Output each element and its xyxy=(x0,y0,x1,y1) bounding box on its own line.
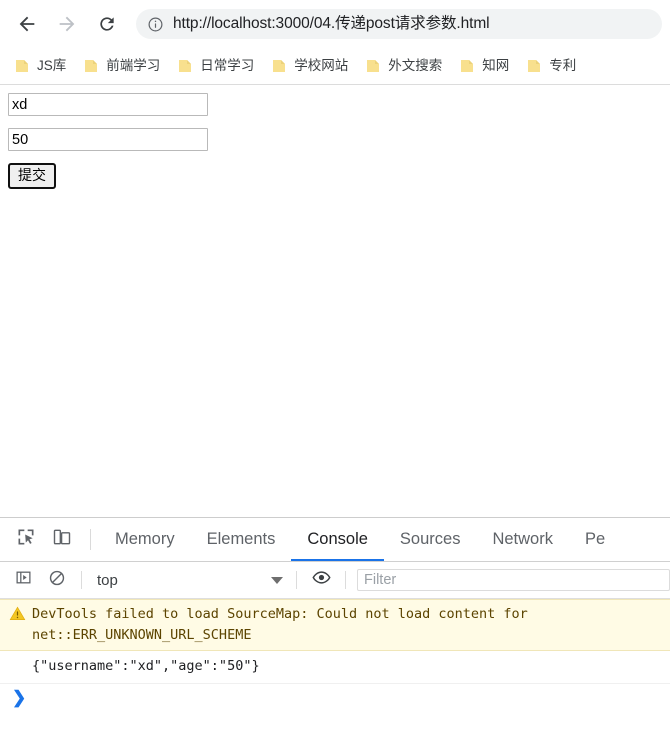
submit-button[interactable]: 提交 xyxy=(8,163,56,190)
age-row xyxy=(8,128,662,151)
tab-performance[interactable]: Pe xyxy=(569,518,621,561)
folder-icon xyxy=(16,60,28,72)
toolbar-divider xyxy=(90,529,91,550)
console-toolbar-divider xyxy=(296,571,297,589)
address-bar[interactable]: http://localhost:3000/04.传递post请求参数.html xyxy=(136,9,662,39)
console-filter-input[interactable] xyxy=(357,569,670,591)
console-warning-line2: net::ERR_UNKNOWN_URL_SCHEME xyxy=(32,626,252,643)
console-log-text: {"username":"xd","age":"50"} xyxy=(32,658,260,675)
device-toolbar-button[interactable] xyxy=(44,518,80,561)
chevron-down-icon xyxy=(271,576,283,584)
bookmark-item[interactable]: 前端学习 xyxy=(79,55,167,77)
inspect-element-button[interactable] xyxy=(8,518,44,561)
folder-icon xyxy=(85,60,98,72)
console-warning-text: DevTools failed to load SourceMap: Could… xyxy=(32,604,670,645)
clear-console-button[interactable] xyxy=(40,569,74,592)
live-expression-button[interactable] xyxy=(304,568,338,592)
back-button[interactable] xyxy=(12,9,42,39)
folder-icon xyxy=(461,60,474,72)
bookmark-label: 前端学习 xyxy=(106,58,161,73)
console-toolbar: top xyxy=(0,562,670,599)
age-input[interactable] xyxy=(8,128,208,151)
console-prompt-chevron-icon: ❯ xyxy=(12,687,27,707)
console-context-select[interactable]: top xyxy=(89,572,289,589)
console-warning-line1: DevTools failed to load SourceMap: Could… xyxy=(32,606,528,622)
folder-icon xyxy=(273,60,286,72)
bookmark-label: 日常学习 xyxy=(200,58,255,73)
bookmark-item[interactable]: 专利 xyxy=(522,55,583,77)
page-viewport: 提交 xyxy=(0,85,670,517)
bookmark-label: 专利 xyxy=(549,58,577,73)
address-bar-url: http://localhost:3000/04.传递post请求参数.html xyxy=(173,15,490,32)
console-toolbar-divider xyxy=(345,571,346,589)
arrow-right-icon xyxy=(56,13,78,35)
console-message-log[interactable]: {"username":"xd","age":"50"} xyxy=(0,651,670,684)
inspect-element-icon xyxy=(16,527,36,552)
bookmark-label: 学校网站 xyxy=(294,58,349,73)
browser-chrome: http://localhost:3000/04.传递post请求参数.html… xyxy=(0,0,670,85)
folder-icon xyxy=(528,60,541,72)
bookmarks-bar: JS库 前端学习 日常学习 学校网站 外文搜索 知网 专利 xyxy=(0,48,670,84)
devtools-tabbar: Memory Elements Console Sources Network … xyxy=(0,518,670,562)
console-sidebar-icon xyxy=(15,569,32,591)
tab-console[interactable]: Console xyxy=(291,518,384,561)
tab-memory[interactable]: Memory xyxy=(99,518,191,561)
bookmark-item[interactable]: 学校网站 xyxy=(267,55,355,77)
bookmark-label: JS库 xyxy=(37,58,67,73)
clear-console-icon xyxy=(48,569,66,592)
console-output: DevTools failed to load SourceMap: Could… xyxy=(0,599,670,716)
submit-row: 提交 xyxy=(8,163,662,190)
console-prompt-row[interactable]: ❯ xyxy=(0,684,670,711)
console-toolbar-divider xyxy=(81,571,82,589)
devtools-panel: Memory Elements Console Sources Network … xyxy=(0,517,670,716)
bookmark-item[interactable]: 知网 xyxy=(455,55,516,77)
tab-sources[interactable]: Sources xyxy=(384,518,477,561)
console-sidebar-button[interactable] xyxy=(6,569,40,591)
bookmark-item[interactable]: JS库 xyxy=(10,55,73,77)
console-context-label: top xyxy=(97,571,118,589)
tab-elements[interactable]: Elements xyxy=(191,518,292,561)
bookmark-item[interactable]: 日常学习 xyxy=(173,55,261,77)
username-row xyxy=(8,93,662,116)
reload-button[interactable] xyxy=(92,9,122,39)
reload-icon xyxy=(97,14,117,34)
bookmark-label: 外文搜索 xyxy=(388,58,443,73)
info-circle-icon[interactable] xyxy=(147,16,164,33)
browser-toolbar: http://localhost:3000/04.传递post请求参数.html xyxy=(0,0,670,48)
tab-network[interactable]: Network xyxy=(476,518,569,561)
bookmark-label: 知网 xyxy=(482,58,510,73)
folder-icon xyxy=(179,60,192,72)
forward-button[interactable] xyxy=(52,9,82,39)
arrow-left-icon xyxy=(16,13,38,35)
device-toolbar-icon xyxy=(52,527,72,552)
folder-icon xyxy=(367,60,380,72)
console-message-warning[interactable]: DevTools failed to load SourceMap: Could… xyxy=(0,599,670,652)
username-input[interactable] xyxy=(8,93,208,116)
live-expression-eye-icon xyxy=(311,568,331,592)
bookmark-item[interactable]: 外文搜索 xyxy=(361,55,449,77)
warning-triangle-icon xyxy=(9,606,26,620)
